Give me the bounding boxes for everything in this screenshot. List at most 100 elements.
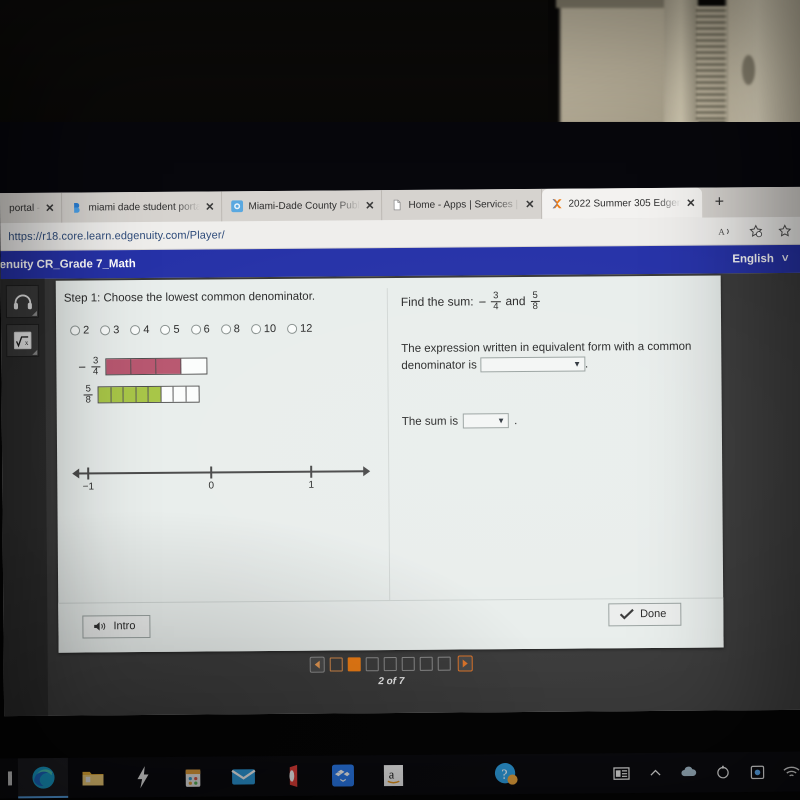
bar-cell-empty: [161, 386, 174, 402]
file-explorer-icon[interactable]: [68, 757, 118, 797]
close-icon[interactable]: ✕: [45, 201, 54, 214]
fraction-bar-row: 5 8: [79, 382, 383, 405]
intro-button[interactable]: Intro: [82, 614, 151, 639]
right-column: Find the sum: − 3 4 and 5 8 The expressi…: [401, 290, 702, 430]
fraction-label: 3 4: [90, 355, 101, 377]
option-label: 8: [233, 323, 240, 336]
tick-label: −1: [82, 481, 95, 493]
battery-icon[interactable]: [746, 752, 768, 792]
number-line: −1 0 1: [72, 460, 377, 504]
url-text: https://r18.core.learn.edgenuity.com/Pla…: [8, 228, 225, 243]
radio-button[interactable]: [160, 324, 171, 335]
microsoft-store-icon[interactable]: [168, 757, 218, 797]
previous-page-button[interactable]: [309, 656, 325, 673]
option-8[interactable]: 8: [220, 323, 240, 336]
lesson-panel: Step 1: Choose the lowest common denomin…: [55, 275, 724, 653]
negative-sign: −: [478, 294, 487, 310]
new-tab-button[interactable]: +: [702, 187, 736, 217]
favorites-star-icon[interactable]: [748, 224, 763, 238]
next-page-button[interactable]: [457, 655, 473, 672]
volume-icon[interactable]: [712, 752, 734, 792]
option-2[interactable]: 2: [70, 324, 89, 336]
bar-cell-filled: [123, 386, 137, 403]
fraction-three-fourths: 3 4: [491, 290, 501, 312]
option-5[interactable]: 5: [160, 323, 180, 336]
photographed-monitor: portal - ✕ miami dade student portal st …: [0, 0, 800, 800]
radio-button[interactable]: [250, 324, 261, 335]
page-counter: 2 of 7: [378, 675, 405, 688]
page-marker-1[interactable]: [329, 657, 343, 672]
chevron-up-icon[interactable]: [644, 753, 666, 793]
page-marker-4[interactable]: [383, 657, 397, 672]
page-marker-2[interactable]: [347, 657, 361, 672]
sum-dropdown[interactable]: ▼: [463, 413, 510, 429]
prompt-prefix: Find the sum:: [400, 294, 474, 310]
option-label: 5: [173, 323, 180, 336]
amazon-icon[interactable]: a: [368, 755, 418, 795]
svg-text:x: x: [25, 339, 29, 347]
bar-cell-filled: [136, 386, 149, 402]
browser-tab[interactable]: Home - Apps | Services | Site ✕: [382, 188, 543, 221]
language-selector[interactable]: English ˅: [732, 253, 788, 265]
close-icon[interactable]: ✕: [205, 200, 214, 213]
page-marker-7[interactable]: [437, 656, 451, 671]
equivalent-form-dropdown[interactable]: ▼: [479, 356, 586, 373]
browser-tab[interactable]: miami dade student portal st ✕: [62, 191, 223, 223]
question-prompt: Find the sum: − 3 4 and 5 8: [401, 290, 701, 313]
cloud-icon[interactable]: [678, 752, 700, 792]
mail-icon[interactable]: [218, 756, 268, 796]
bar-cell-filled: [148, 386, 162, 402]
close-icon[interactable]: ✕: [686, 196, 695, 209]
office-icon[interactable]: [268, 756, 318, 796]
help-icon[interactable]: ?: [494, 762, 518, 791]
windows-taskbar-region: a ?: [0, 700, 800, 800]
windows-taskbar: a ?: [0, 751, 800, 799]
denominator: 8: [83, 394, 93, 406]
square-root-calculator-icon[interactable]: x: [6, 323, 40, 358]
intro-label: Intro: [113, 620, 136, 633]
option-12[interactable]: 12: [287, 323, 312, 335]
negative-sign: −: [78, 359, 87, 375]
blue-b-icon: [74, 203, 80, 213]
pagination: 2 of 7: [59, 653, 724, 689]
close-icon[interactable]: ✕: [525, 197, 534, 210]
radio-button[interactable]: [220, 324, 231, 335]
lesson-action-bar: Intro Done: [58, 597, 724, 653]
option-label: 4: [143, 323, 150, 337]
chevron-down-icon: ˅: [781, 252, 789, 266]
done-button[interactable]: Done: [607, 602, 682, 627]
page-marker-3[interactable]: [365, 657, 379, 672]
collections-icon[interactable]: [777, 223, 792, 237]
option-4[interactable]: 4: [130, 323, 150, 337]
done-label: Done: [639, 607, 667, 621]
triangle-left-icon: [314, 660, 320, 669]
option-10[interactable]: 10: [250, 323, 276, 335]
lightning-icon[interactable]: [118, 757, 168, 797]
wifi-icon[interactable]: [780, 752, 800, 792]
browser-tab[interactable]: Miami-Dade County Public S ✕: [222, 190, 383, 222]
radio-button[interactable]: [130, 325, 141, 336]
page-marker-6[interactable]: [419, 656, 433, 671]
edge-browser-icon[interactable]: [17, 757, 69, 799]
radio-button[interactable]: [100, 325, 111, 336]
svg-text:a: a: [388, 767, 394, 781]
headphones-icon[interactable]: [5, 284, 39, 319]
browser-tab[interactable]: portal - ✕: [0, 192, 63, 224]
browser-tab-active[interactable]: 2022 Summer 305 Edgenuity ✕: [542, 187, 703, 219]
page-marker-5[interactable]: [401, 656, 415, 672]
option-6[interactable]: 6: [190, 323, 210, 336]
tab-title: Home - Apps | Services | Site: [408, 198, 520, 211]
arrow-right-icon: [363, 466, 371, 477]
radio-button[interactable]: [190, 324, 201, 335]
tool-rail: x: [0, 278, 49, 717]
news-widget-icon[interactable]: [610, 753, 632, 793]
read-aloud-icon[interactable]: A: [718, 225, 734, 237]
taskbar-start-edge[interactable]: [0, 758, 18, 798]
chevron-down-icon: ▼: [573, 359, 582, 369]
room-door-jamb: [664, 0, 698, 126]
radio-button[interactable]: [70, 325, 81, 336]
close-icon[interactable]: ✕: [365, 199, 374, 212]
option-3[interactable]: 3: [100, 324, 119, 336]
dropbox-icon[interactable]: [318, 755, 368, 795]
radio-button[interactable]: [287, 323, 298, 334]
